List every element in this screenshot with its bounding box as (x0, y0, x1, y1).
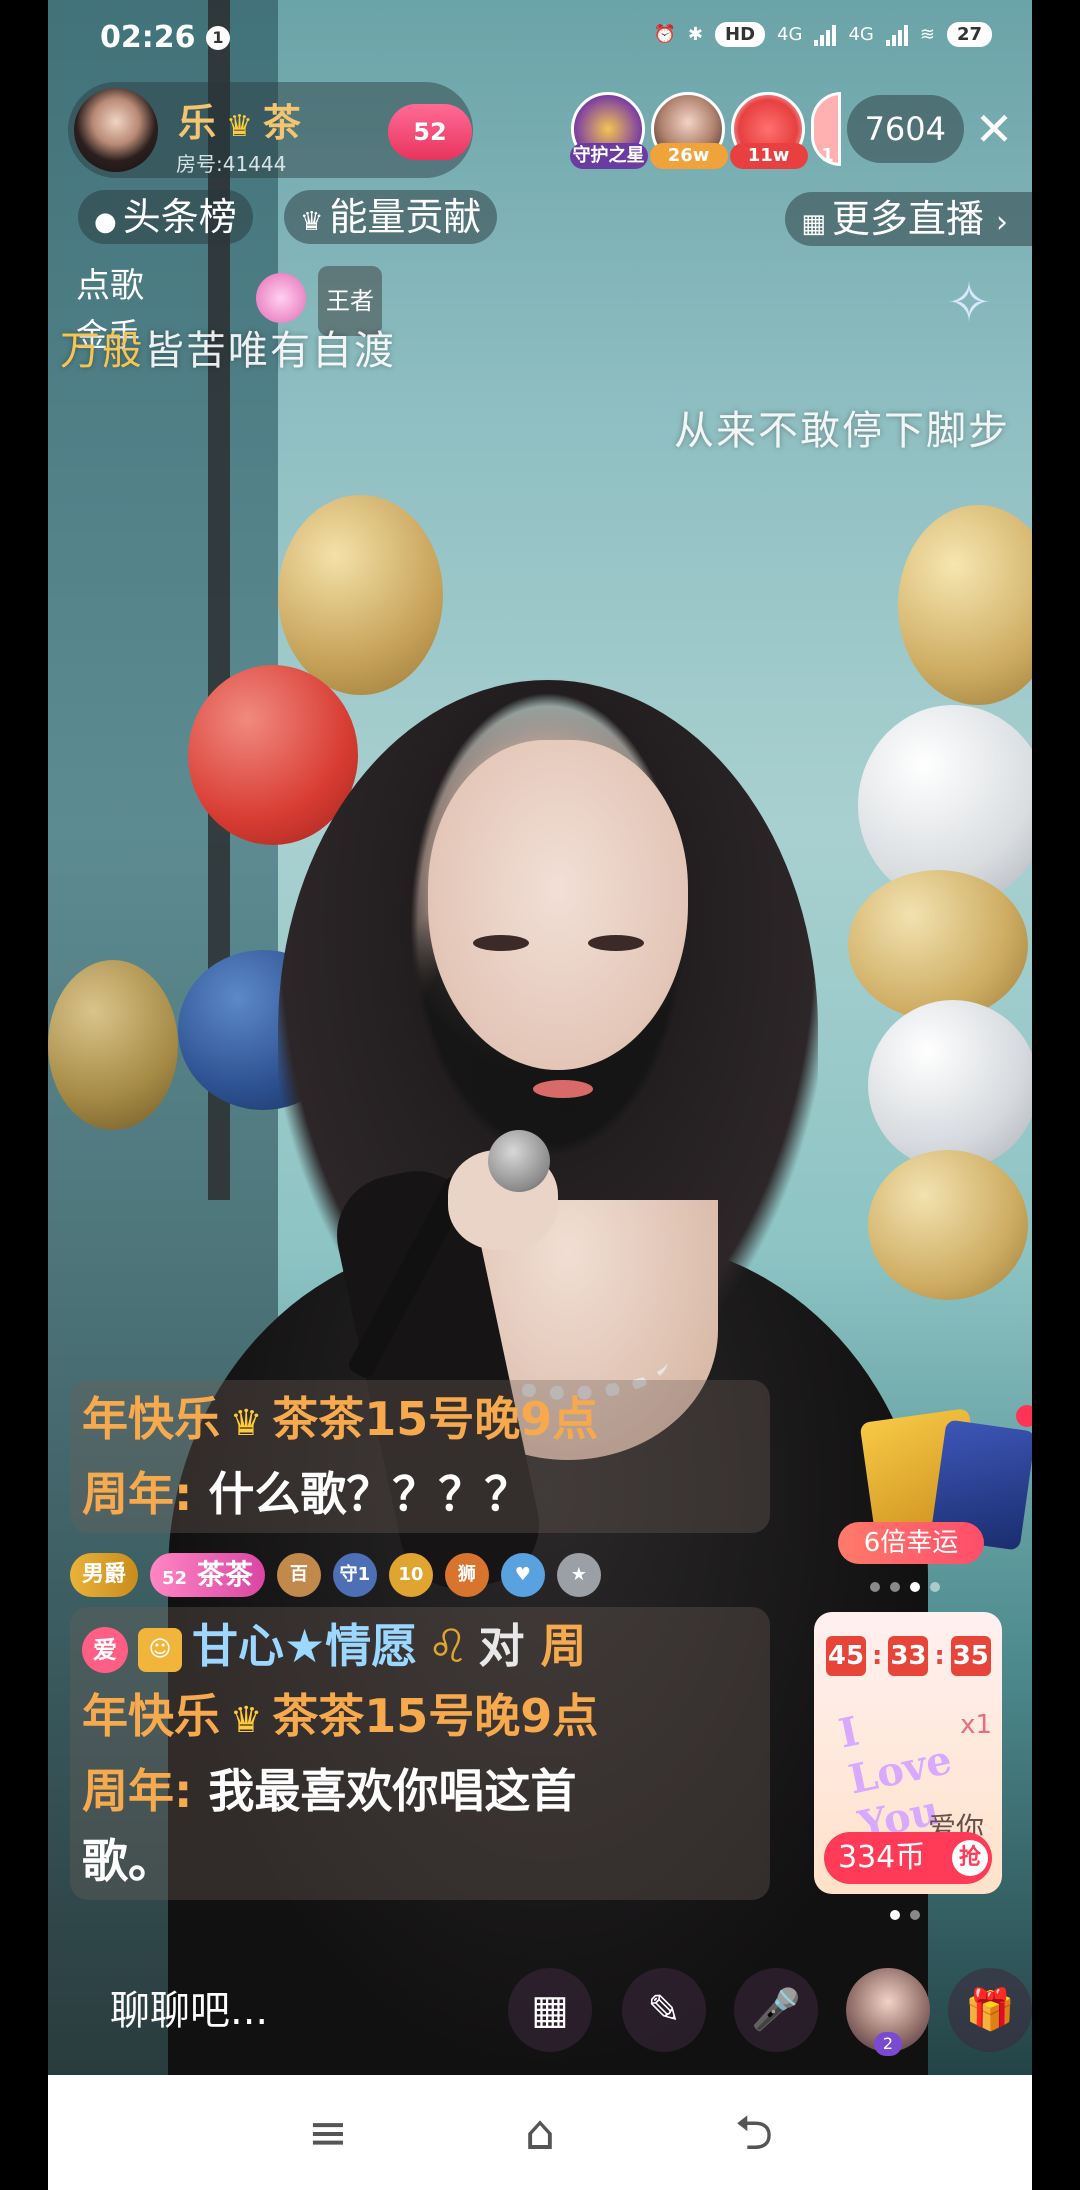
back-icon[interactable]: ⮌ (724, 2103, 784, 2163)
viewer-avatar[interactable]: 11w (729, 92, 808, 169)
chat-line: 歌。 (82, 1834, 174, 1888)
balloon (278, 495, 443, 695)
top-audience: 守护之星 26w 11w 1 7604 ✕ (569, 92, 1018, 169)
chat-input[interactable]: 聊聊吧... (88, 1974, 488, 2048)
balloon (898, 505, 1032, 705)
heart-badge-icon: ♥ (500, 1553, 545, 1597)
love-gift-image: I Love You (834, 1707, 956, 1850)
live-stream-view: 02:26 1 ⏰ ✱ HD 4G 4G ≋ 27 乐 ♛ 茶 房号:41444 5… (48, 0, 1032, 2075)
wing-icon[interactable]: ✧ (934, 268, 1004, 338)
badge-icon: 百 (276, 1553, 321, 1597)
viewer-contribution: 11w (729, 143, 808, 169)
lion-icon: ♌ (427, 1619, 469, 1673)
battery-icon: 27 (946, 22, 992, 47)
signal-icon (814, 24, 837, 46)
balloon (848, 870, 1028, 1020)
lucky-label[interactable]: 6倍幸运 (838, 1522, 984, 1564)
notification-dot (1016, 1405, 1032, 1427)
user-badges: 男爵 52 茶茶 百 守1 10 狮 ♥ ★ (70, 1547, 830, 1603)
network-label-1: 4G (777, 24, 803, 45)
viewer-contribution: 1 (821, 145, 834, 166)
carousel-dots (890, 1910, 920, 1920)
chat-line: 爱 ☺ 甘心★情愿 ♌ 对 周 (82, 1611, 758, 1681)
host-name: 乐 ♛ 茶 (178, 101, 305, 145)
crown-icon: ♛ (226, 109, 257, 144)
room-number: 房号:41444 (176, 152, 287, 176)
song-request-label: 点歌 (76, 266, 144, 306)
eye (588, 935, 644, 951)
viewer-avatar[interactable]: 1 (810, 92, 841, 166)
microphone-icon[interactable]: 🎤 (734, 1968, 818, 2052)
gift-snatch-card[interactable]: 45:33:35 I Love You x1 爱你 334币 抢 (814, 1612, 1002, 1894)
viewer-count[interactable]: 7604 (846, 95, 964, 163)
guard-star-avatar[interactable]: 守护之星 (569, 92, 648, 169)
balloon (868, 1000, 1032, 1170)
network-label-2: 4G (848, 24, 874, 45)
bluetooth-icon: ✱ (687, 24, 704, 45)
host-info-card[interactable]: 乐 ♛ 茶 房号:41444 52 (68, 82, 473, 178)
close-icon[interactable]: ✕ (970, 105, 1018, 153)
chat-line: 周年: 我最喜欢你唱这首 (82, 1764, 577, 1818)
viewer-avatar[interactable]: 26w (649, 92, 728, 169)
lion-badge-icon: 狮 (444, 1553, 489, 1597)
badge-icon: 10 (388, 1553, 433, 1597)
countdown-timer: 45:33:35 (826, 1636, 991, 1676)
viewer-contribution: 26w (649, 143, 728, 169)
streamer-face (428, 740, 688, 1070)
rank-badge: 男爵 (70, 1553, 139, 1597)
balloon (868, 1150, 1028, 1300)
linked-user-avatar[interactable]: 2 (846, 1968, 930, 2056)
energy-contribution-button[interactable]: ♛ 能量贡献 (284, 190, 498, 244)
chevron-right-icon: › (996, 205, 1008, 240)
status-time: 02:26 (100, 20, 196, 55)
grid-icon[interactable]: ▦ (508, 1968, 592, 2052)
host-avatar[interactable] (74, 88, 158, 172)
menu-icon[interactable]: ≡ (298, 2103, 358, 2163)
user-icon: ☺ (138, 1627, 182, 1672)
balloon (48, 960, 178, 1130)
fan-badge: 52 茶茶 (150, 1553, 265, 1597)
avatar-badge: 2 (874, 2032, 902, 2056)
grid-icon: ▦ (801, 209, 826, 239)
message-icon[interactable]: ✎ (622, 1968, 706, 2052)
status-bar: 02:26 1 ⏰ ✱ HD 4G 4G ≋ 27 (48, 0, 1032, 78)
headline-rank-button[interactable]: ● 头条榜 (78, 190, 253, 244)
chat-message: 爱 ☺ 甘心★情愿 ♌ 对 周 年快乐 ♛ 茶茶15号晚9点 周年: 我最喜欢你唱这首 歌。 (70, 1607, 770, 1900)
guard-badge-icon: 守1 (332, 1553, 377, 1597)
more-live-button[interactable]: ▦ 更多直播 › (785, 192, 1032, 246)
lyric-line: 从来不敢停下脚步 (674, 408, 1010, 454)
crown-icon: ♛ (300, 207, 324, 237)
chat-line: 周年: 什么歌？？？？ (82, 1467, 531, 1521)
alarm-icon: ⏰ (653, 24, 676, 45)
guard-star-label: 守护之星 (569, 143, 648, 169)
chat-list: 年快乐 ♛ 茶茶15号晚9点 周年: 什么歌？？？？ 男爵 52 茶茶 百 守1 1… (70, 1380, 830, 1914)
lyric-line: 万般皆苦唯有自渡 (60, 328, 396, 374)
chat-line: 年快乐 ♛ 茶茶15号晚9点 (82, 1689, 599, 1743)
crown-icon: ♛ (230, 1700, 263, 1741)
carousel-dots (870, 1582, 940, 1592)
love-tag: 爱 (82, 1626, 128, 1673)
chat-message: 年快乐 ♛ 茶茶15号晚9点 周年: 什么歌？？？？ (70, 1380, 770, 1533)
chat-line: 年快乐 ♛ 茶茶15号晚9点 (82, 1392, 599, 1446)
lips (533, 1080, 593, 1098)
home-icon[interactable]: ⌂ (510, 2103, 570, 2163)
lollipop-icon (256, 273, 306, 323)
fan-club-badge[interactable]: 52 (388, 104, 472, 160)
system-navigation-bar: ≡ ⌂ ⮌ (48, 2075, 1032, 2190)
notification-badge: 1 (206, 26, 230, 50)
microphone-head (488, 1130, 550, 1192)
crown-icon: ♛ (230, 1403, 263, 1444)
chat-username[interactable]: 甘心★情愿 (192, 1619, 417, 1673)
wifi-icon: ≋ (919, 24, 935, 45)
drop-icon: ● (94, 207, 117, 237)
signal-icon (885, 24, 908, 46)
gift-multiplier: x1 (960, 1710, 992, 1740)
hd-icon: HD (715, 22, 766, 47)
star-badge-icon: ★ (556, 1553, 601, 1597)
grab-button[interactable]: 抢 (952, 1840, 988, 1876)
gift-icon[interactable]: 🎁 (948, 1968, 1032, 2052)
eye (473, 935, 529, 951)
status-icons: ⏰ ✱ HD 4G 4G ≋ 27 (653, 22, 992, 47)
